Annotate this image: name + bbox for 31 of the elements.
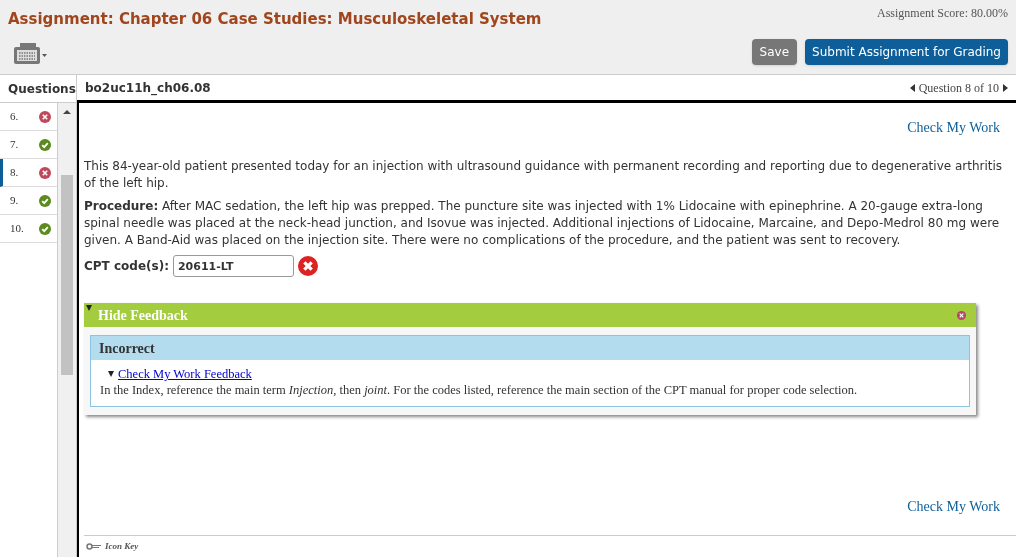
calculator-icon[interactable] (12, 40, 48, 65)
check-my-work-link[interactable]: Check My Work (907, 117, 1000, 138)
previous-icon[interactable] (909, 83, 915, 92)
key-icon (86, 543, 101, 550)
question-counter: Question 8 of 10 (918, 79, 999, 97)
check-my-work-link[interactable]: Check My Work (907, 496, 1000, 517)
question-item[interactable]: 10. (0, 215, 57, 243)
caret-icon (86, 304, 92, 311)
feedback-verdict: Incorrect (99, 339, 155, 358)
submit-button[interactable]: Submit Assignment for Grading (805, 38, 1008, 65)
caret-icon (108, 371, 114, 377)
scroll-up-icon[interactable] (63, 109, 71, 115)
procedure-text: Procedure: After MAC sedation, the left hip was prepped. The puncture site was injected with 1% Lidocaine with epinephrine. A 20-gauge extra-long spinal needle was placed at the neck-head junction, and Isovue was injected. Additional injections of Lidocaine, Marcaine, and Depo-Medrol 80 mg were given. A Band-Aid was placed on the injection site. There were no complications of the procedure, and the patient was sent to recovery. (84, 198, 1001, 249)
assignment-score: Assignment Score: 80.00% (877, 5, 1008, 22)
question-item[interactable]: 7. (0, 131, 57, 159)
question-id: bo2uc11h_ch06.08 (85, 79, 211, 97)
question-item[interactable]: 6. (0, 103, 57, 131)
save-button[interactable]: Save (751, 38, 798, 65)
feedback-text: In the Index, reference the main term Injection, then joint. For the codes listed, reference the main section of the CPT manual for proper code selection. (100, 382, 859, 398)
cpt-label: CPT code(s): (84, 258, 169, 275)
icon-key-label[interactable]: Icon Key (105, 539, 139, 554)
question-item[interactable]: 9. (0, 187, 57, 215)
feedback-link[interactable]: Check My Work Feedback (118, 366, 252, 382)
questions-heading: Questions (8, 80, 76, 98)
cpt-input[interactable]: 20611-LT (172, 255, 294, 277)
next-icon[interactable] (1003, 83, 1008, 92)
case-description: This 84-year-old patient presented today for an injection with ultrasound guidance with permanent recording and reporting due to degenerative arthritis of the left hip. (84, 158, 1004, 192)
assignment-title: Assignment: Chapter 06 Case Studies: Musculoskeletal System (8, 9, 542, 30)
scrollbar-thumb[interactable] (61, 175, 73, 375)
close-icon[interactable] (957, 310, 966, 320)
hide-feedback-label: Hide Feedback (98, 306, 188, 325)
